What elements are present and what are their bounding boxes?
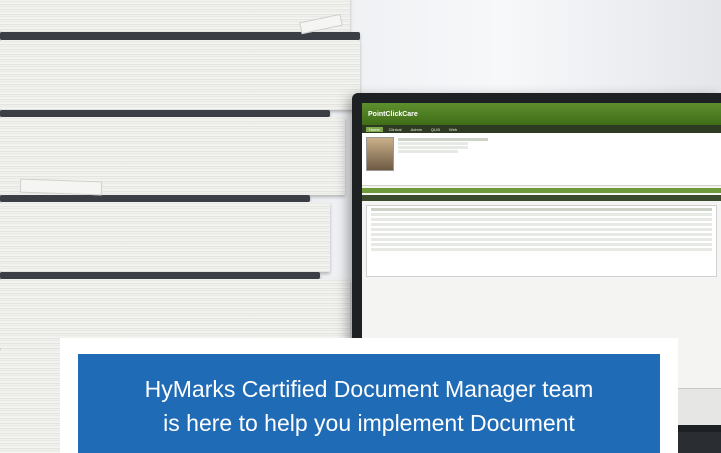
binder [0, 202, 330, 272]
app-tab: QLIB [430, 126, 441, 132]
app-tab: Web [449, 126, 458, 132]
paper-tab [19, 178, 103, 196]
sub-tabs [362, 195, 721, 201]
app-header: PointClickCare [362, 103, 721, 125]
binder-cover [0, 272, 320, 279]
documents-table [366, 205, 717, 277]
binder [0, 40, 360, 110]
binder-cover [0, 110, 330, 117]
binder [0, 0, 350, 32]
section-bar [362, 188, 721, 193]
banner-text-line-1: HyMarks Certified Document Manager team [144, 376, 594, 402]
app-tabs: Home Clinical Admin QLIB Web [362, 125, 721, 133]
patient-photo [366, 137, 394, 171]
app-logo: PointClickCare [368, 110, 418, 118]
banner: HyMarks Certified Document Manager team … [60, 338, 678, 453]
app-tab: Admin [410, 126, 422, 132]
app-tab: Home [366, 126, 383, 132]
patient-info [398, 137, 488, 181]
banner-text-line-2: is here to help you implement Document [163, 410, 575, 436]
hero-image: PointClickCare Home Clinical Admin QLIB … [0, 0, 721, 453]
binder-cover [0, 195, 310, 202]
patient-header [362, 133, 721, 186]
app-tab: Clinical [388, 126, 402, 132]
banner-box: HyMarks Certified Document Manager team … [78, 354, 660, 453]
